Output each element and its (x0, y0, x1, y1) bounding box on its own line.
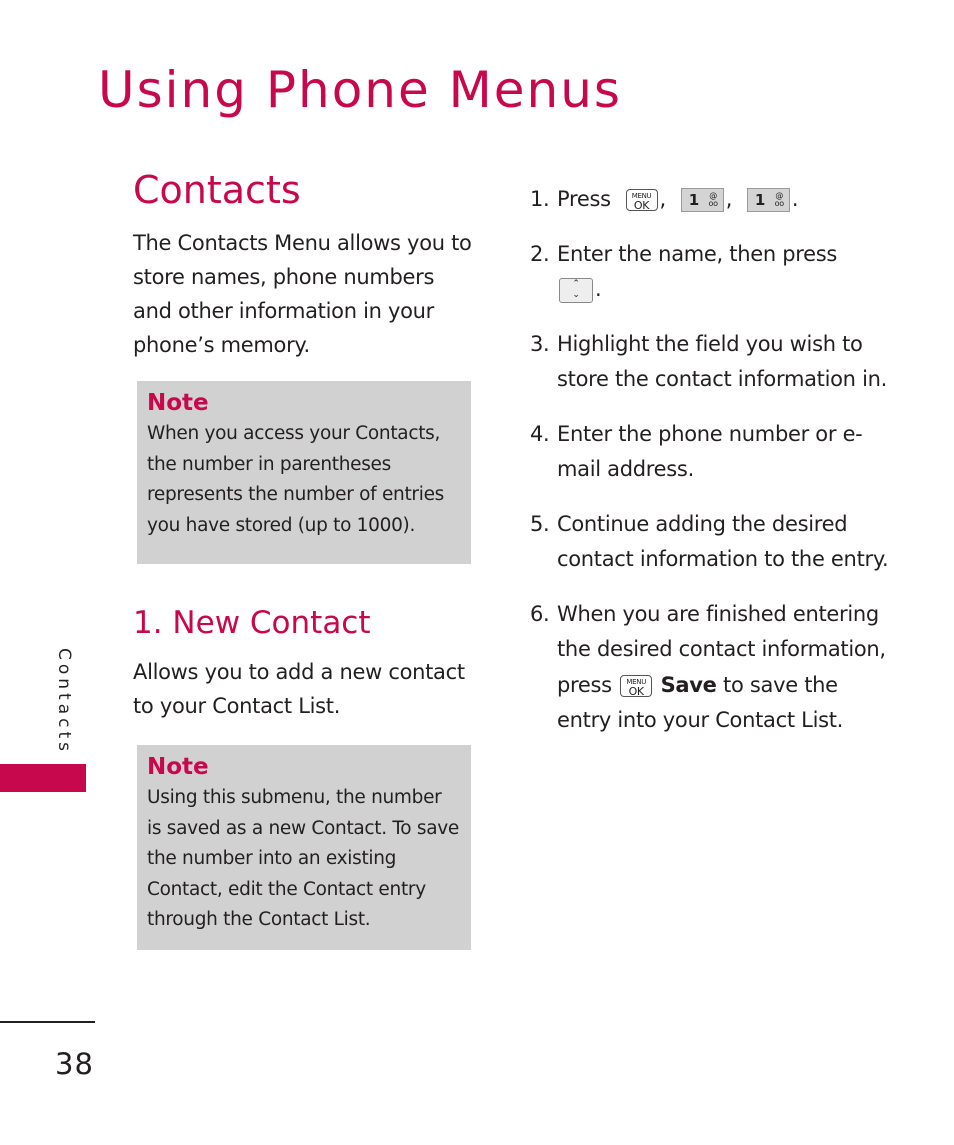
step-number: 3. (530, 331, 550, 356)
sidebar-section-label: Contacts (54, 648, 74, 755)
key-label: oo (708, 199, 719, 208)
page-number: 38 (55, 1047, 94, 1081)
nav-up-down-key-icon: ⌃ ⌄ (559, 277, 593, 303)
sidebar-tab-marker (0, 764, 86, 792)
separator: , (659, 187, 667, 211)
step-number: 6. (530, 601, 550, 626)
step-number: 5. (530, 511, 550, 536)
save-softkey-label: Save (660, 672, 717, 697)
separator: . (791, 187, 799, 211)
key-label: oo (774, 199, 785, 208)
voicemail-symbol: @ oo (708, 192, 719, 208)
step-text: Enter the phone number or e-mail address… (557, 421, 863, 482)
note-title: Note (147, 390, 209, 416)
step-text: Highlight the field you wish to store th… (557, 331, 887, 392)
step-number: 4. (530, 421, 550, 446)
key-label: OK (628, 684, 645, 698)
steps-list: 1. Press MENU OK, 1 @ oo, 1 @ oo. 2. Enter th… (530, 182, 890, 758)
page-title: Using Phone Menus (98, 61, 622, 119)
one-key-icon: 1 @ oo (680, 188, 724, 212)
step-item: 4. Enter the phone number or e-mail addr… (530, 417, 890, 488)
key-label: 1 (754, 191, 765, 209)
separator: . (595, 277, 602, 301)
step-text: Enter the name, then press (557, 241, 838, 266)
note-body: When you access your Contacts, the numbe… (147, 423, 444, 536)
menu-ok-key-icon: MENU OK (625, 189, 658, 212)
section-title: Contacts (133, 168, 301, 212)
voicemail-symbol: @ oo (774, 192, 785, 208)
step-item: 2. Enter the name, then press ⌃ ⌄. (530, 237, 890, 308)
key-label: ⌃ (572, 278, 580, 289)
section-intro: The Contacts Menu allows you to store na… (133, 231, 472, 357)
subsection-description: Allows you to add a new contact to your … (133, 660, 465, 718)
one-key-icon: 1 @ oo (746, 188, 790, 212)
key-label: 1 (688, 191, 699, 209)
step-number: 2. (530, 241, 550, 266)
note-box: Note Using this submenu, the number is s… (137, 745, 471, 950)
step-item: 5. Continue adding the desired contact i… (530, 507, 890, 578)
subsection-title: 1. New Contact (133, 605, 371, 641)
note-title: Note (147, 754, 209, 780)
key-label: ⌄ (572, 289, 580, 300)
step-item: 3. Highlight the field you wish to store… (530, 327, 890, 398)
step-item: 6. When you are finished entering the de… (530, 597, 890, 739)
step-text: Press (557, 187, 611, 211)
step-item: 1. Press MENU OK, 1 @ oo, 1 @ oo. (530, 182, 890, 218)
step-number: 1. (530, 187, 550, 211)
menu-ok-key-icon: MENU OK (620, 674, 653, 698)
separator: , (725, 187, 733, 211)
footer-divider (0, 1021, 95, 1023)
note-box: Note When you access your Contacts, the … (137, 381, 471, 564)
note-body: Using this submenu, the number is saved … (147, 787, 459, 930)
key-label: OK (633, 199, 650, 212)
step-text: Continue adding the desired contact info… (557, 511, 889, 572)
